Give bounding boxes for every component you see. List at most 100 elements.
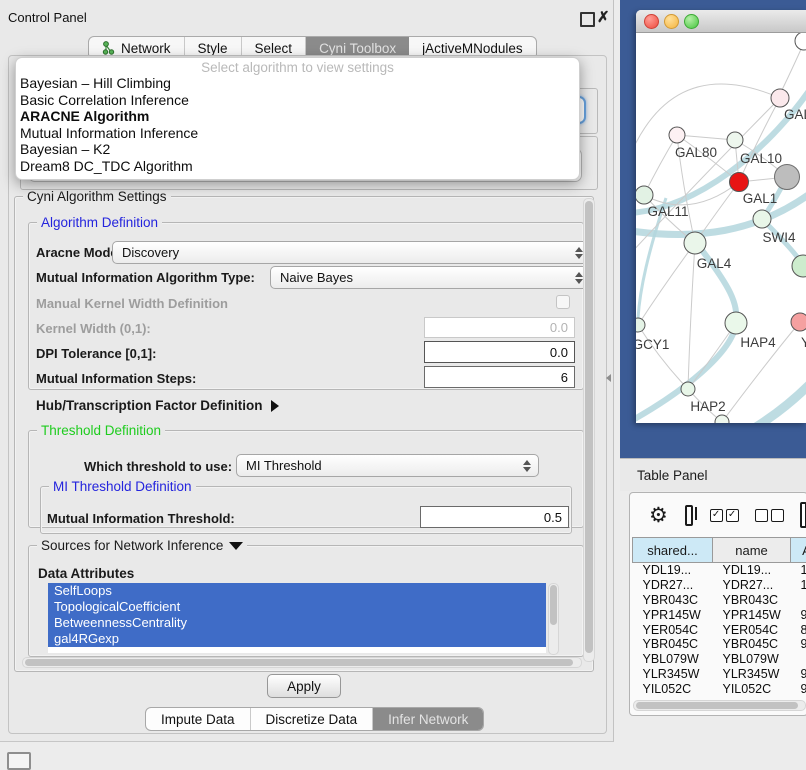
node-label: GAL xyxy=(784,107,806,122)
node[interactable] xyxy=(795,33,806,50)
node-label: GAL80 xyxy=(675,145,717,160)
data-attributes-label: Data Attributes xyxy=(38,566,134,581)
mi-type-combo[interactable]: Naive Bayes xyxy=(270,266,591,289)
column-header-shared-name[interactable]: shared... xyxy=(633,538,713,563)
table-panel-title: Table Panel xyxy=(637,468,708,483)
node-gal4[interactable] xyxy=(684,232,706,254)
settings-horizontal-scrollbar[interactable] xyxy=(22,657,582,668)
gear-icon[interactable]: ⚙ xyxy=(649,505,668,526)
dropdown-item-bayesian-hill-climbing[interactable]: Bayesian – Hill Climbing xyxy=(16,75,579,92)
algorithm-dropdown-list: Select algorithm to view settings Bayesi… xyxy=(15,57,580,180)
aracne-mode-combo[interactable]: Discovery xyxy=(112,241,591,264)
sources-group-title[interactable]: Sources for Network Inference xyxy=(37,538,247,553)
node[interactable] xyxy=(771,89,789,107)
node-label: GAL10 xyxy=(740,151,782,166)
table-row[interactable]: YER054CYER054C8. xyxy=(633,622,806,637)
node[interactable] xyxy=(792,255,806,277)
node-label: Y xyxy=(801,335,806,350)
kernel-width-field[interactable]: 0.0 xyxy=(424,317,575,338)
manual-kernel-label: Manual Kernel Width Definition xyxy=(36,296,228,311)
table-panel-card: ⚙ ✓✓ shared... name A YDL19...YDL19...13 xyxy=(629,492,806,716)
list-item[interactable]: SelfLoops xyxy=(48,583,546,599)
tab-discretize-data[interactable]: Discretize Data xyxy=(251,708,374,730)
mi-type-label: Mutual Information Algorithm Type: xyxy=(36,270,255,285)
dpi-tolerance-label: DPI Tolerance [0,1]: xyxy=(36,346,156,361)
which-threshold-label: Which threshold to use: xyxy=(84,459,232,474)
which-threshold-combo[interactable]: MI Threshold xyxy=(236,454,539,477)
float-window-icon[interactable] xyxy=(580,12,595,27)
combo-arrows-icon xyxy=(523,460,531,472)
aracne-mode-label: Aracne Mode: xyxy=(36,245,122,260)
split-columns-icon[interactable] xyxy=(685,505,693,526)
column-header-name[interactable]: name xyxy=(713,538,791,563)
node-pink[interactable] xyxy=(791,313,806,331)
apply-button[interactable]: Apply xyxy=(267,674,341,698)
node-table: shared... name A YDL19...YDL19...13 YDR2… xyxy=(632,537,806,696)
list-item[interactable]: TopologicalCoefficient xyxy=(48,599,546,615)
hide-columns-icon[interactable] xyxy=(755,509,784,522)
node-swi4[interactable] xyxy=(753,210,771,228)
node-gal10[interactable] xyxy=(727,132,743,148)
node-gcy1[interactable] xyxy=(636,318,645,332)
dpi-tolerance-field[interactable]: 0.0 xyxy=(424,341,575,363)
node-gal80[interactable] xyxy=(669,127,685,143)
table-row[interactable]: YLR345WYLR345W9. xyxy=(633,667,806,682)
node-label: HAP2 xyxy=(690,399,725,414)
node-label: GCY1 xyxy=(636,337,669,352)
close-traffic-light-icon[interactable] xyxy=(644,14,659,29)
export-table-icon[interactable] xyxy=(800,502,806,528)
close-icon[interactable]: ✗ xyxy=(597,8,610,26)
network-view-window: GAL GAL80 GAL10 GAL1 GAL11 SWI4 GAL4 GCY… xyxy=(636,10,806,423)
tab-infer-network[interactable]: Infer Network xyxy=(373,708,483,730)
network-graph: GAL GAL80 GAL10 GAL1 GAL11 SWI4 GAL4 GCY… xyxy=(636,33,806,423)
mi-threshold-field[interactable]: 0.5 xyxy=(420,506,569,528)
table-panel-titlebar: Table Panel xyxy=(620,458,806,491)
list-item[interactable]: BetweennessCentrality xyxy=(48,615,546,631)
table-row[interactable]: YBR045CYBR045C9. xyxy=(633,637,806,652)
combo-arrows-icon xyxy=(575,272,583,284)
cyni-bottom-tabbar: Impute Data Discretize Data Infer Networ… xyxy=(145,707,484,731)
table-row[interactable]: YPR145WYPR145W9. xyxy=(633,607,806,622)
network-canvas[interactable]: GAL GAL80 GAL10 GAL1 GAL11 SWI4 GAL4 GCY… xyxy=(636,33,806,423)
dropdown-item-dream8[interactable]: Dream8 DC_TDC Algorithm xyxy=(16,158,579,175)
node-gray[interactable] xyxy=(775,165,800,190)
manual-kernel-checkbox[interactable] xyxy=(556,295,570,309)
network-icon xyxy=(102,41,115,55)
dropdown-item-mutual-information[interactable]: Mutual Information Inference xyxy=(16,125,579,142)
node-gal11[interactable] xyxy=(636,186,653,204)
show-columns-icon[interactable]: ✓✓ xyxy=(710,509,739,522)
dropdown-item-bayesian-k2[interactable]: Bayesian – K2 xyxy=(16,141,579,158)
node-label: GAL1 xyxy=(743,191,778,206)
table-row[interactable]: YIL052CYIL052C9 xyxy=(633,681,806,696)
list-vertical-scrollbar[interactable] xyxy=(548,583,559,655)
zoom-traffic-light-icon[interactable] xyxy=(684,14,699,29)
node-gal1-red[interactable] xyxy=(730,173,749,192)
table-horizontal-scrollbar[interactable] xyxy=(633,700,806,711)
mi-steps-field[interactable]: 6 xyxy=(424,366,575,388)
table-row[interactable]: YDL19...YDL19...13 xyxy=(633,563,806,578)
node-label: GAL11 xyxy=(647,204,688,219)
table-row[interactable]: YBL079WYBL079W xyxy=(633,652,806,667)
minimized-panel-icon[interactable] xyxy=(7,752,31,770)
hub-definition-toggle[interactable]: Hub/Transcription Factor Definition xyxy=(36,398,279,413)
algorithm-definition-title: Algorithm Definition xyxy=(37,215,162,230)
settings-vertical-scrollbar[interactable] xyxy=(583,198,595,662)
table-row[interactable]: YBR043CYBR043C xyxy=(633,593,806,608)
control-panel-window: Control Panel ✗ Network Style Select Cyn… xyxy=(0,0,614,742)
list-item[interactable]: gal4RGexp xyxy=(48,631,546,647)
combo-arrows-icon xyxy=(575,247,583,259)
dropdown-item-aracne[interactable]: ARACNE Algorithm xyxy=(16,108,579,125)
dropdown-prompt: Select algorithm to view settings xyxy=(16,60,579,75)
tab-impute-data[interactable]: Impute Data xyxy=(146,708,251,730)
table-row[interactable]: YDR27...YDR27...12 xyxy=(633,578,806,593)
minimize-traffic-light-icon[interactable] xyxy=(664,14,679,29)
table-toolbar: ⚙ ✓✓ xyxy=(630,493,806,537)
network-window-titlebar[interactable] xyxy=(636,10,806,33)
node-hap4[interactable] xyxy=(725,312,747,334)
settings-group-title: Cyni Algorithm Settings xyxy=(23,189,171,204)
kernel-width-label: Kernel Width (0,1): xyxy=(36,321,151,336)
column-header-partial[interactable]: A xyxy=(791,538,806,563)
node-hap2[interactable] xyxy=(681,382,695,396)
panel-splitter-handle[interactable] xyxy=(606,374,611,382)
dropdown-item-basic-correlation[interactable]: Basic Correlation Inference xyxy=(16,92,579,109)
